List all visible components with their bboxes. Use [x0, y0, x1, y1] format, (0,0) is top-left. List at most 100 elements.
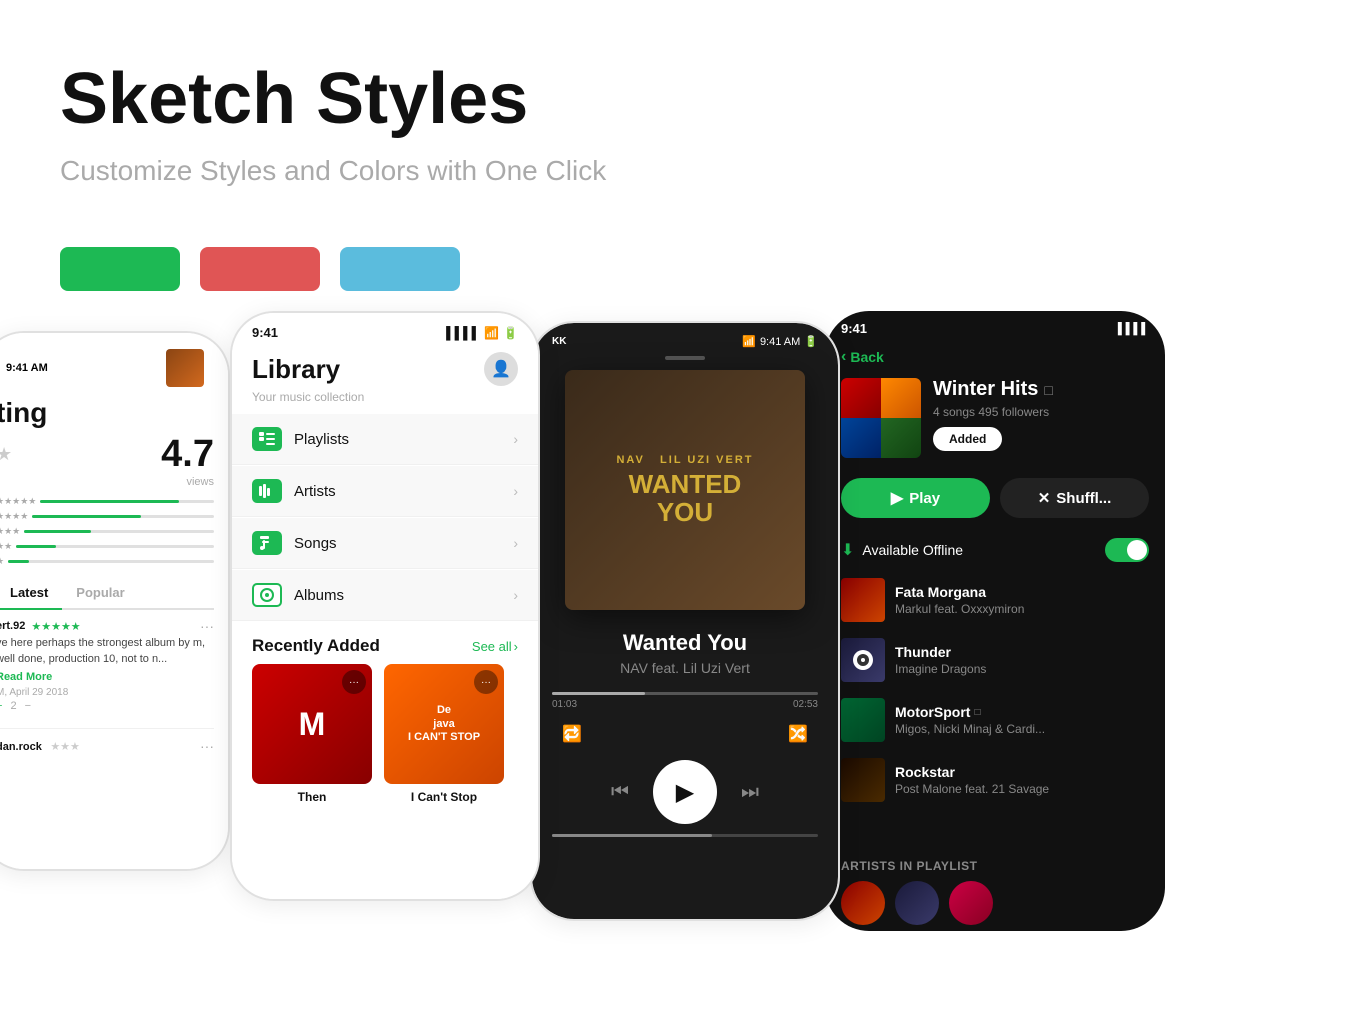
swatch-red[interactable] — [200, 247, 320, 291]
phone-playlist: 9:41 ▌▌▌▌ ‹ Back — [825, 311, 1165, 931]
p4-content: 9:41 ▌▌▌▌ ‹ Back — [825, 311, 1165, 931]
p4-added-button[interactable]: Added — [933, 427, 1002, 451]
p3-play-button[interactable]: ▶ — [653, 760, 717, 824]
p2-see-all[interactable]: See all › — [472, 639, 518, 654]
p3-volume-bar[interactable] — [552, 834, 818, 837]
p3-status-bar: KK 📶 9:41 AM 🔋 — [532, 323, 838, 352]
p4-track-info-fata: Fata Morgana Markul feat. Oxxxymiron — [895, 584, 1149, 616]
p4-track-title-fata: Fata Morgana — [895, 584, 1149, 600]
p4-track-list: Fata Morgana Markul feat. Oxxxymiron Thu… — [825, 570, 1165, 847]
p4-artist-circle-3[interactable] — [949, 881, 993, 925]
p1-review-actions: + 2 − — [0, 700, 214, 712]
p2-menu-playlists[interactable]: Playlists › — [232, 414, 538, 465]
p4-track-info-motor: MotorSport □ Migos, Nicki Minaj & Cardi.… — [895, 704, 1149, 736]
phone-library: 9:41 ▌▌▌▌ 📶 🔋 Library 👤 Your music colle… — [230, 311, 540, 901]
p2-status: 9:41 ▌▌▌▌ 📶 🔋 — [232, 313, 538, 344]
p2-albums-chevron: › — [513, 587, 518, 603]
p1-more-icon[interactable]: ··· — [200, 618, 214, 634]
p2-menu-albums[interactable]: Albums › — [232, 570, 538, 621]
p4-track-artist-motor: Migos, Nicki Minaj & Cardi... — [895, 722, 1149, 736]
p1-dislike-icon[interactable]: − — [25, 700, 31, 712]
p1-like-count: 2 — [10, 700, 16, 712]
p3-volume-fill — [552, 834, 712, 837]
p3-shuffle-icon[interactable]: 🔀 — [788, 724, 808, 744]
track-fata-morgana[interactable]: Fata Morgana Markul feat. Oxxxymiron — [825, 570, 1165, 630]
p1-rating: 4.7 — [161, 433, 214, 476]
p4-play-button[interactable]: ▶ Play — [841, 478, 990, 518]
p4-playlist-info: Winter Hits □ 4 songs 495 followers Adde… — [933, 378, 1149, 451]
p4-status-bar: 9:41 ▌▌▌▌ — [825, 311, 1165, 340]
p3-song-artist: NAV feat. Lil Uzi Vert — [532, 660, 838, 676]
p4-offline-toggle[interactable] — [1105, 538, 1149, 562]
p2-user-avatar[interactable]: 👤 — [484, 352, 518, 386]
p1-read-more[interactable]: Read More — [0, 671, 52, 683]
p2-status-icons: ▌▌▌▌ 📶 🔋 — [446, 326, 518, 340]
track-thunder[interactable]: Thunder Imagine Dragons — [825, 630, 1165, 690]
swatch-green[interactable] — [60, 247, 180, 291]
p3-rewind-icon[interactable]: ⏮ — [611, 781, 629, 804]
p1-reviewer: ert.92 — [0, 620, 25, 632]
p2-library-subtitle: Your music collection — [232, 390, 538, 414]
p3-pull-handle[interactable] — [665, 356, 705, 360]
p2-album-icant[interactable]: DejavaI CAN'T STOP ··· I Can't Stop — [384, 664, 504, 804]
p3-song-title: Wanted You — [532, 630, 838, 656]
p4-offline-label: Available Offline — [862, 542, 963, 558]
p1-reviewer-stars: ★★★★★ — [31, 620, 80, 633]
p4-artist-circle-2[interactable] — [895, 881, 939, 925]
p4-back-label: Back — [850, 349, 883, 365]
p1-more-icon2[interactable]: ··· — [200, 738, 214, 754]
p4-motorsport-badge: □ — [974, 707, 980, 718]
p1-app-title: ting — [0, 397, 214, 429]
p1-like-icon[interactable]: + — [0, 700, 2, 712]
p4-track-artist-fata: Markul feat. Oxxxymiron — [895, 602, 1149, 616]
p2-album-icant-dots[interactable]: ··· — [474, 670, 498, 694]
p3-time: 9:41 AM — [760, 336, 800, 348]
p2-songs-icon — [252, 531, 282, 555]
p3-carrier: KK — [552, 336, 566, 347]
p4-art-cell-3 — [841, 418, 881, 458]
p2-album-then-dots[interactable]: ··· — [342, 670, 366, 694]
p3-forward-icon[interactable]: ⏭ — [741, 781, 759, 804]
p3-extra-controls: 🔁 🔀 — [532, 710, 838, 744]
p4-toggle-knob — [1127, 540, 1147, 560]
p4-time: 9:41 — [841, 321, 867, 336]
p4-track-art-thunder — [841, 638, 885, 682]
p4-playlist-title: Winter Hits □ — [933, 378, 1149, 401]
tab-popular[interactable]: Popular — [62, 577, 138, 608]
p2-album-then[interactable]: M ··· Then — [252, 664, 372, 804]
p3-nav-cover: NAV LIL UZI VERT WANTEDYOU — [565, 370, 805, 610]
p3-status-icons: 📶 9:41 AM 🔋 — [742, 335, 818, 348]
p4-signal: ▌▌▌▌ — [1118, 323, 1149, 335]
p2-library-header: Library 👤 — [232, 344, 538, 390]
p1-review: ert.92 ★★★★★ ··· ve here perhaps the str… — [0, 610, 214, 720]
p4-offline-left: ⬇ Available Offline — [841, 540, 963, 560]
p3-repeat-icon[interactable]: 🔁 — [562, 724, 582, 744]
p2-album-icant-art: DejavaI CAN'T STOP ··· — [384, 664, 504, 784]
p1-rating-bars: ★★★★★ ★★★★ ★★★ ★★ ★ — [0, 496, 214, 567]
p2-menu-songs[interactable]: Songs › — [232, 518, 538, 569]
p4-shuffle-button[interactable]: ✕ Shuffl... — [1000, 478, 1149, 518]
track-rockstar[interactable]: Rockstar Post Malone feat. 21 Savage — [825, 750, 1165, 810]
tab-latest[interactable]: Latest — [0, 577, 62, 610]
p2-menu-artists[interactable]: Artists › — [232, 466, 538, 517]
p4-playlist-art — [841, 378, 921, 458]
p4-playlist-check: □ — [1044, 382, 1052, 398]
p4-artist-circle-1[interactable] — [841, 881, 885, 925]
p4-shuffle-icon: ✕ — [1038, 489, 1051, 507]
p2-see-all-chevron: › — [514, 639, 518, 654]
p2-time: 9:41 — [252, 325, 278, 340]
p4-track-title-rock: Rockstar — [895, 764, 1149, 780]
p4-track-info-thunder: Thunder Imagine Dragons — [895, 644, 1149, 676]
p4-art-cell-2 — [881, 378, 921, 418]
p4-artists-label: Artists in Playlist — [841, 859, 1149, 873]
p4-action-buttons: ▶ Play ✕ Shuffl... — [825, 470, 1165, 530]
swatch-blue[interactable] — [340, 247, 460, 291]
p4-track-title-motor: MotorSport □ — [895, 704, 1149, 720]
p1-reviews: views — [0, 476, 214, 488]
track-motorsport[interactable]: MotorSport □ Migos, Nicki Minaj & Cardi.… — [825, 690, 1165, 750]
p4-art-cell-4 — [881, 418, 921, 458]
p2-recently-added-label: Recently Added — [252, 636, 380, 656]
p4-track-art-motor — [841, 698, 885, 742]
p4-back-button[interactable]: ‹ Back — [825, 340, 1165, 374]
p3-progress-bar[interactable]: 01:03 02:53 — [552, 692, 818, 710]
